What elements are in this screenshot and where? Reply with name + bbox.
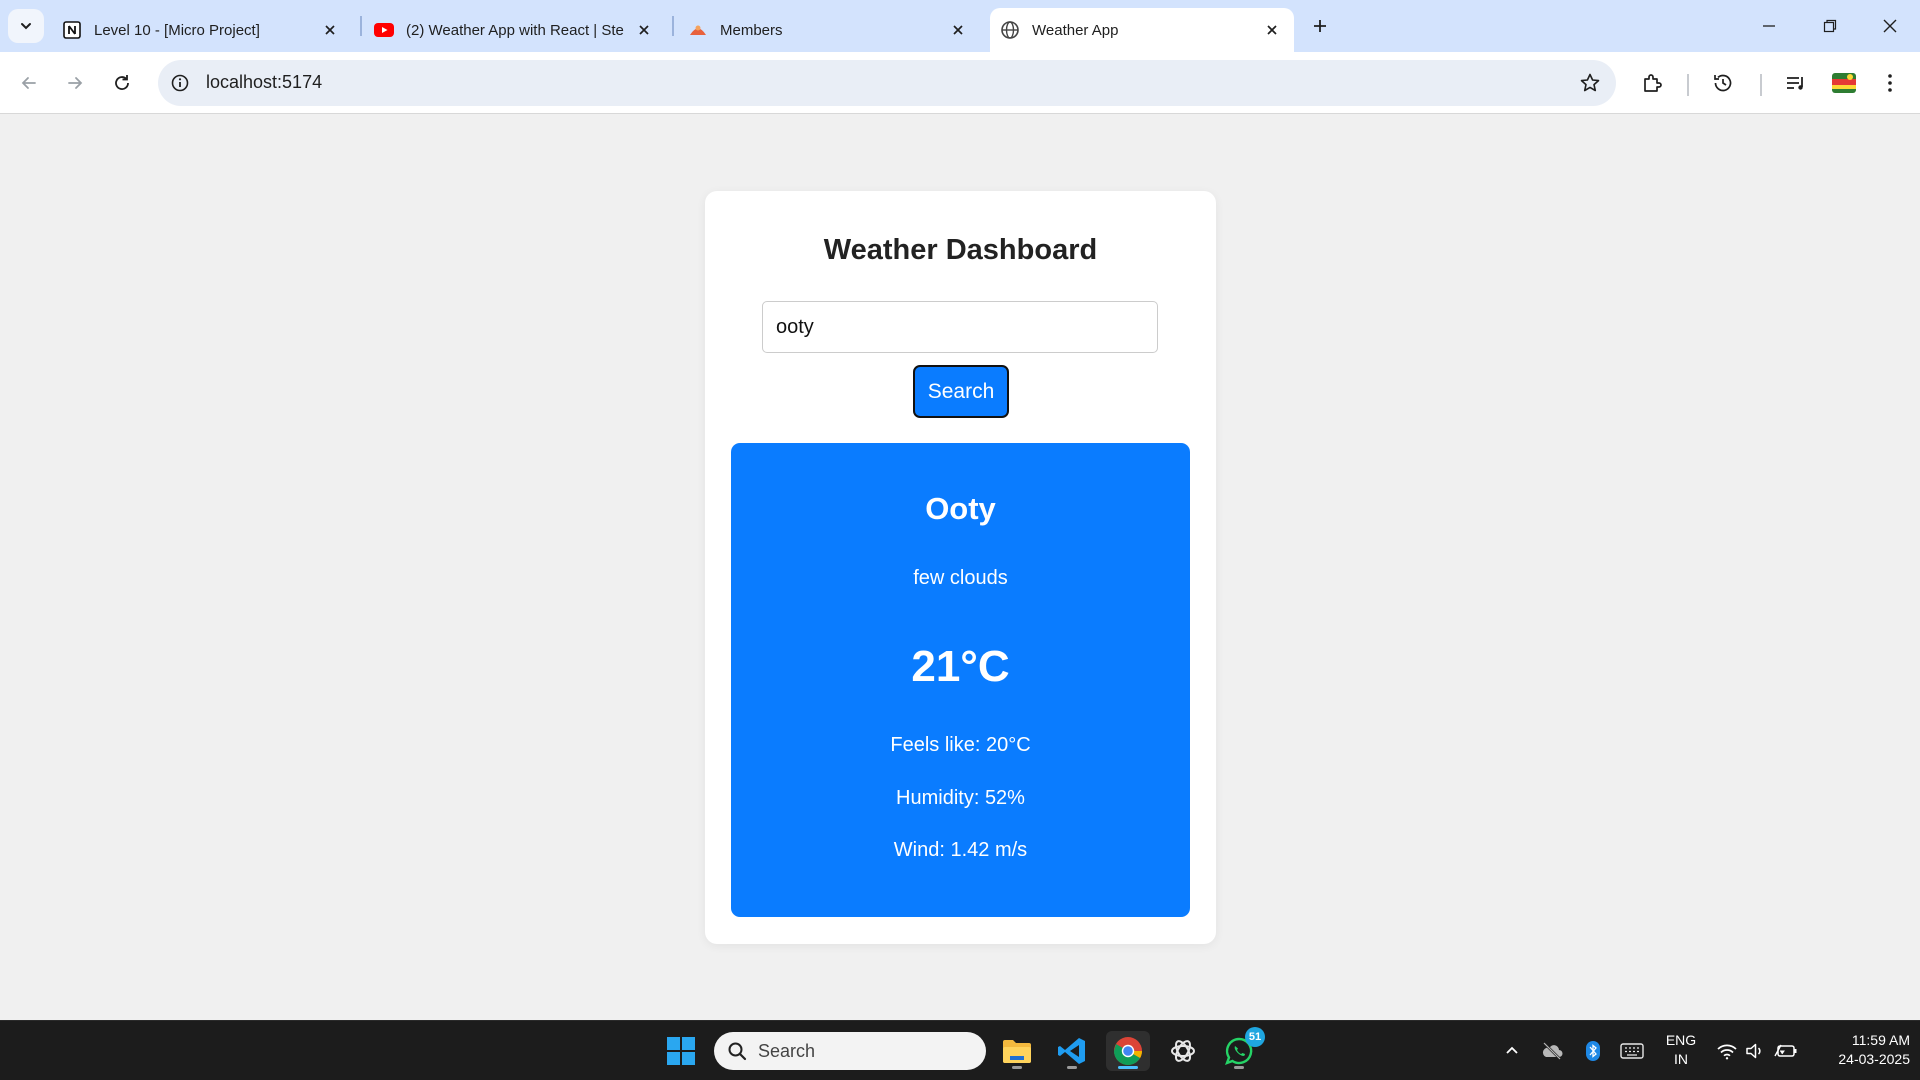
members-app-icon <box>688 20 708 40</box>
onedrive-offline-icon[interactable] <box>1540 1039 1564 1063</box>
minimize-button[interactable] <box>1749 10 1789 42</box>
chevron-down-icon <box>21 23 31 30</box>
vscode-icon <box>1058 1038 1085 1064</box>
wind: Wind: 1.42 m/s <box>893 839 1028 861</box>
media-control-icon[interactable] <box>1782 69 1810 97</box>
whatsapp-button[interactable]: 51 <box>1217 1027 1265 1071</box>
bookmark-star-icon[interactable] <box>1578 71 1602 95</box>
history-icon[interactable] <box>1709 69 1737 97</box>
chrome-icon <box>1114 1037 1142 1065</box>
start-button[interactable] <box>659 1031 703 1071</box>
tab-search-button[interactable] <box>8 9 44 43</box>
bluetooth-icon[interactable] <box>1581 1039 1605 1063</box>
close-tab-icon[interactable] <box>632 18 656 42</box>
browser-menu-icon[interactable] <box>1876 69 1904 97</box>
folder-icon <box>1003 1040 1031 1063</box>
system-clock[interactable]: 11:59 AM 24-03-2025 <box>1810 1031 1910 1069</box>
whatsapp-unread-badge: 51 <box>1245 1027 1265 1047</box>
site-info-icon[interactable] <box>168 71 192 95</box>
file-explorer-button[interactable] <box>995 1031 1039 1071</box>
weather-description: few clouds <box>913 567 1008 589</box>
chrome-button[interactable] <box>1106 1031 1150 1071</box>
tab-divider <box>360 16 362 36</box>
show-hidden-icons-chevron-up-icon[interactable] <box>1500 1039 1524 1063</box>
browser-tab-strip: Level 10 - [Micro Project] (2) Weather A… <box>0 0 1920 52</box>
weather-dashboard-card: Weather Dashboard Search Ooty few clouds… <box>705 191 1216 944</box>
running-indicator <box>1012 1066 1022 1069</box>
globe-icon <box>1000 20 1020 40</box>
taskbar-search-box[interactable]: Search <box>714 1032 986 1070</box>
windows-logo-icon <box>667 1037 695 1065</box>
reload-icon <box>115 75 129 90</box>
restore-icon <box>1823 19 1837 33</box>
page-title: Weather Dashboard <box>823 234 1098 266</box>
chatgpt-icon <box>1171 1040 1195 1062</box>
back-button[interactable] <box>11 65 47 101</box>
feels-like: Feels like: 20°C <box>890 734 1031 756</box>
arrow-right-icon <box>68 77 83 89</box>
tab-title: Level 10 - [Micro Project] <box>94 21 260 39</box>
clock-time: 11:59 AM <box>1851 1032 1910 1048</box>
address-url: localhost:5174 <box>206 72 323 92</box>
extensions-icon[interactable] <box>1638 69 1666 97</box>
input-language[interactable]: ENG IN <box>1658 1031 1704 1069</box>
humidity: Humidity: 52% <box>896 787 1025 809</box>
youtube-icon <box>374 20 394 40</box>
tab-title: Members <box>720 21 783 39</box>
volume-icon[interactable] <box>1743 1039 1767 1063</box>
taskbar-search-placeholder: Search <box>758 1041 816 1061</box>
reload-button[interactable] <box>104 65 140 101</box>
clock-date: 24-03-2025 <box>1838 1051 1910 1067</box>
tab-members[interactable]: Members <box>678 8 980 52</box>
tab-level-10[interactable]: Level 10 - [Micro Project] <box>52 8 352 52</box>
close-tab-icon[interactable] <box>946 18 970 42</box>
tab-title: Weather App <box>1032 21 1119 39</box>
plus-icon <box>1314 20 1326 32</box>
profile-avatar-icon[interactable] <box>1830 69 1858 97</box>
notion-icon <box>62 20 82 40</box>
tab-weather-youtube[interactable]: (2) Weather App with React | Step- <box>364 8 666 52</box>
forward-button[interactable] <box>57 65 93 101</box>
language-code: ENG <box>1665 1032 1697 1048</box>
address-bar[interactable]: localhost:5174 <box>158 60 1616 106</box>
running-indicator <box>1067 1066 1077 1069</box>
chatgpt-button[interactable] <box>1161 1031 1205 1071</box>
region-code: IN <box>1674 1051 1688 1067</box>
search-icon <box>728 1042 747 1061</box>
wifi-icon[interactable] <box>1715 1039 1739 1063</box>
tab-divider <box>672 16 674 36</box>
tab-weather-app[interactable]: Weather App <box>990 8 1294 52</box>
battery-charging-icon[interactable] <box>1774 1039 1798 1063</box>
vscode-button[interactable] <box>1050 1031 1094 1071</box>
arrow-left-icon <box>21 77 36 89</box>
new-tab-button[interactable] <box>1306 12 1334 40</box>
close-tab-icon[interactable] <box>318 18 342 42</box>
running-indicator <box>1234 1066 1244 1069</box>
windows-taskbar: Search 51 ENG IN 11:59 AM 24-03-2025 <box>0 1020 1920 1080</box>
close-tab-icon[interactable] <box>1260 18 1284 42</box>
city-search-input[interactable] <box>762 301 1158 353</box>
city-name: Ooty <box>925 491 996 526</box>
search-button[interactable]: Search <box>913 365 1009 418</box>
keyboard-icon[interactable] <box>1620 1039 1644 1063</box>
toolbar-divider <box>1687 74 1689 96</box>
weather-result-panel: Ooty few clouds 21°C Feels like: 20°C Hu… <box>731 443 1190 917</box>
toolbar-divider <box>1760 74 1762 96</box>
close-icon <box>1883 19 1897 33</box>
close-window-button[interactable] <box>1870 10 1910 42</box>
tab-title: (2) Weather App with React | Step- <box>406 21 624 39</box>
browser-toolbar: localhost:5174 <box>0 52 1920 114</box>
active-indicator <box>1118 1066 1138 1069</box>
temperature: 21°C <box>911 642 1010 691</box>
restore-button[interactable] <box>1810 10 1850 42</box>
minimize-icon <box>1763 25 1775 27</box>
